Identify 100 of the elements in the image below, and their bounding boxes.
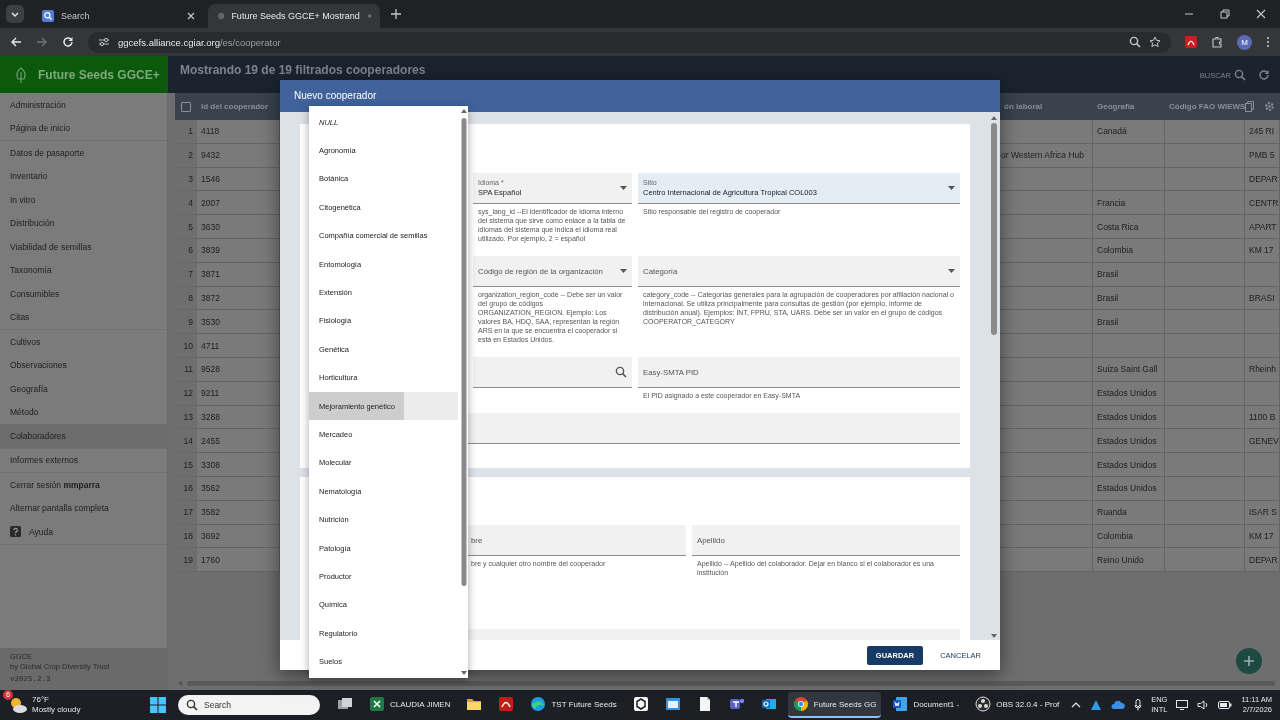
table-cell: Rheinh — [1245, 357, 1280, 382]
caret-icon — [948, 186, 955, 190]
taskbar-button[interactable]: TST Future Seeds — [525, 692, 622, 718]
forward-icon[interactable] — [36, 36, 48, 48]
microphone-icon[interactable] — [1134, 699, 1143, 711]
table-cell: 3582 — [197, 500, 280, 525]
caret-icon — [948, 269, 955, 273]
vertical-scrollbar[interactable] — [990, 115, 998, 639]
table-cell: Colombia — [1093, 524, 1165, 549]
sidebar-item[interactable]: Geografía — [0, 377, 167, 401]
speaker-icon[interactable] — [1197, 700, 1210, 710]
page-heading: Mostrando 19 de 19 filtrados cooperadores — [180, 63, 426, 77]
pdf-icon[interactable] — [1185, 36, 1197, 48]
extensions-icon[interactable] — [1211, 36, 1223, 48]
new-tab-icon[interactable] — [390, 8, 402, 20]
table-cell: PMB 5 — [1245, 143, 1280, 168]
table-cell: BRASI — [1245, 286, 1280, 311]
sidebar-item[interactable]: Citas — [0, 305, 167, 329]
chevron-up-icon[interactable] — [1071, 700, 1082, 710]
refresh-icon[interactable] — [1258, 69, 1270, 81]
table-cell: 3630 — [197, 215, 280, 239]
table-cell: Brasil — [1093, 310, 1165, 335]
column-header: Id del cooperador — [200, 101, 270, 113]
tray-app-icon[interactable] — [1090, 699, 1103, 711]
table-cell: 3871 — [197, 262, 280, 287]
table-cell: Estados Unidos — [1093, 381, 1165, 406]
sidebar-item[interactable]: Datos de pasaporte — [0, 141, 167, 165]
taskbar-button[interactable]: Future Seeds GG — [787, 692, 882, 718]
table-cell: 4118 — [197, 120, 280, 144]
table-cell: APART — [1245, 215, 1280, 239]
sidebar-item[interactable]: Distribución — [0, 211, 167, 235]
search-icon — [186, 699, 198, 711]
search-icon — [42, 10, 54, 22]
tab-list-icon[interactable] — [6, 5, 24, 23]
sidebar-item[interactable]: Consumibles — [0, 282, 167, 306]
weather-icon[interactable] — [8, 696, 28, 714]
table-cell: DEPAR — [1245, 548, 1280, 573]
sidebar-item[interactable]: Taxonomía — [0, 258, 167, 282]
mail-icon — [760, 696, 777, 712]
table-cell: Costa Rica — [1093, 215, 1165, 239]
browser-tab[interactable]: Future Seeds GGCE+ Mostrand — [208, 4, 380, 28]
sidebar-item[interactable]: Página de inicio — [0, 116, 167, 140]
sidebar-item[interactable]: Ayuda — [0, 520, 167, 544]
table-cell: Canadá — [1093, 120, 1165, 144]
sidebar-item[interactable]: Observaciones — [0, 353, 167, 377]
profile-avatar[interactable]: M — [1237, 34, 1252, 50]
sidebar-item[interactable]: Método — [0, 400, 167, 424]
column-header: Código FAO WIEWS — [1168, 101, 1245, 113]
sidebar-item[interactable]: In vitro — [0, 188, 167, 212]
battery-icon[interactable] — [1218, 701, 1233, 709]
sidebar-item[interactable]: Informes externos — [0, 448, 167, 472]
restore-icon[interactable] — [1220, 9, 1230, 19]
zoom-icon[interactable] — [1129, 36, 1141, 48]
table-cell: Brasil — [1093, 262, 1165, 287]
table-cell: 9528 — [197, 357, 280, 382]
menu-icon[interactable] — [1266, 36, 1270, 48]
table-cell: 1546 — [197, 167, 280, 192]
close-icon[interactable] — [186, 11, 196, 21]
select-all-checkbox[interactable] — [181, 101, 191, 112]
table-cell: Ruanda — [1093, 500, 1165, 525]
horizontal-scrollbar[interactable] — [175, 680, 1275, 687]
bookmark-star-icon[interactable] — [1149, 36, 1161, 48]
table-cell: 3692 — [197, 524, 280, 549]
taskbar-button[interactable]: Document1 - — [887, 692, 965, 718]
sidebar-item[interactable]: Viabilidad de semillas — [0, 235, 167, 259]
sidebar-item[interactable]: Administración — [0, 93, 167, 117]
taskbar-button[interactable]: OBS 32.0.4 - Prof — [970, 692, 1065, 718]
help-icon — [10, 526, 21, 538]
taskbar-button[interactable]: CLAUDIA JIMEN — [364, 692, 456, 718]
window-icon — [664, 696, 681, 712]
table-cell: 3562 — [197, 476, 280, 501]
copy-icon[interactable] — [1245, 101, 1254, 112]
column-header: Geografía — [1096, 101, 1136, 113]
settings-icon[interactable] — [1264, 101, 1275, 112]
globe-icon — [218, 10, 225, 22]
table-cell: Estados Unidos — [1093, 429, 1165, 454]
text-field[interactable] — [466, 413, 960, 444]
table-cell: CENTR — [1245, 191, 1280, 216]
back-icon[interactable] — [10, 36, 22, 48]
browser-tab[interactable]: Search — [32, 4, 204, 28]
url-field[interactable]: ggcefs.alliance.cgiar.org/es/cooperator — [88, 31, 1171, 53]
start-icon[interactable] — [150, 697, 166, 713]
search-icon — [615, 366, 627, 378]
sidebar-item[interactable]: Alternar pantalla completa — [0, 496, 167, 520]
table-cell: 1760 — [197, 548, 280, 573]
reload-icon[interactable] — [62, 36, 74, 48]
sidebar-item[interactable]: Cultivos — [0, 330, 167, 354]
app-icon — [632, 696, 649, 712]
sidebar-item[interactable]: Inventario — [0, 164, 167, 188]
table-cell: 245 RI — [1245, 120, 1280, 144]
table-cell: 2455 — [197, 429, 280, 454]
close-icon[interactable] — [1256, 9, 1266, 19]
table-cell: 3308 — [197, 453, 280, 477]
display-icon[interactable] — [1176, 700, 1189, 710]
search-field[interactable]: Search — [178, 695, 320, 715]
table-cell: Reino Unido — [1093, 548, 1165, 573]
table-cell: Francia — [1093, 191, 1165, 216]
sidebar-item[interactable]: Cerrar sesión mmparra — [0, 473, 167, 497]
search-field[interactable] — [473, 357, 632, 388]
cloud-icon[interactable] — [1111, 700, 1126, 710]
